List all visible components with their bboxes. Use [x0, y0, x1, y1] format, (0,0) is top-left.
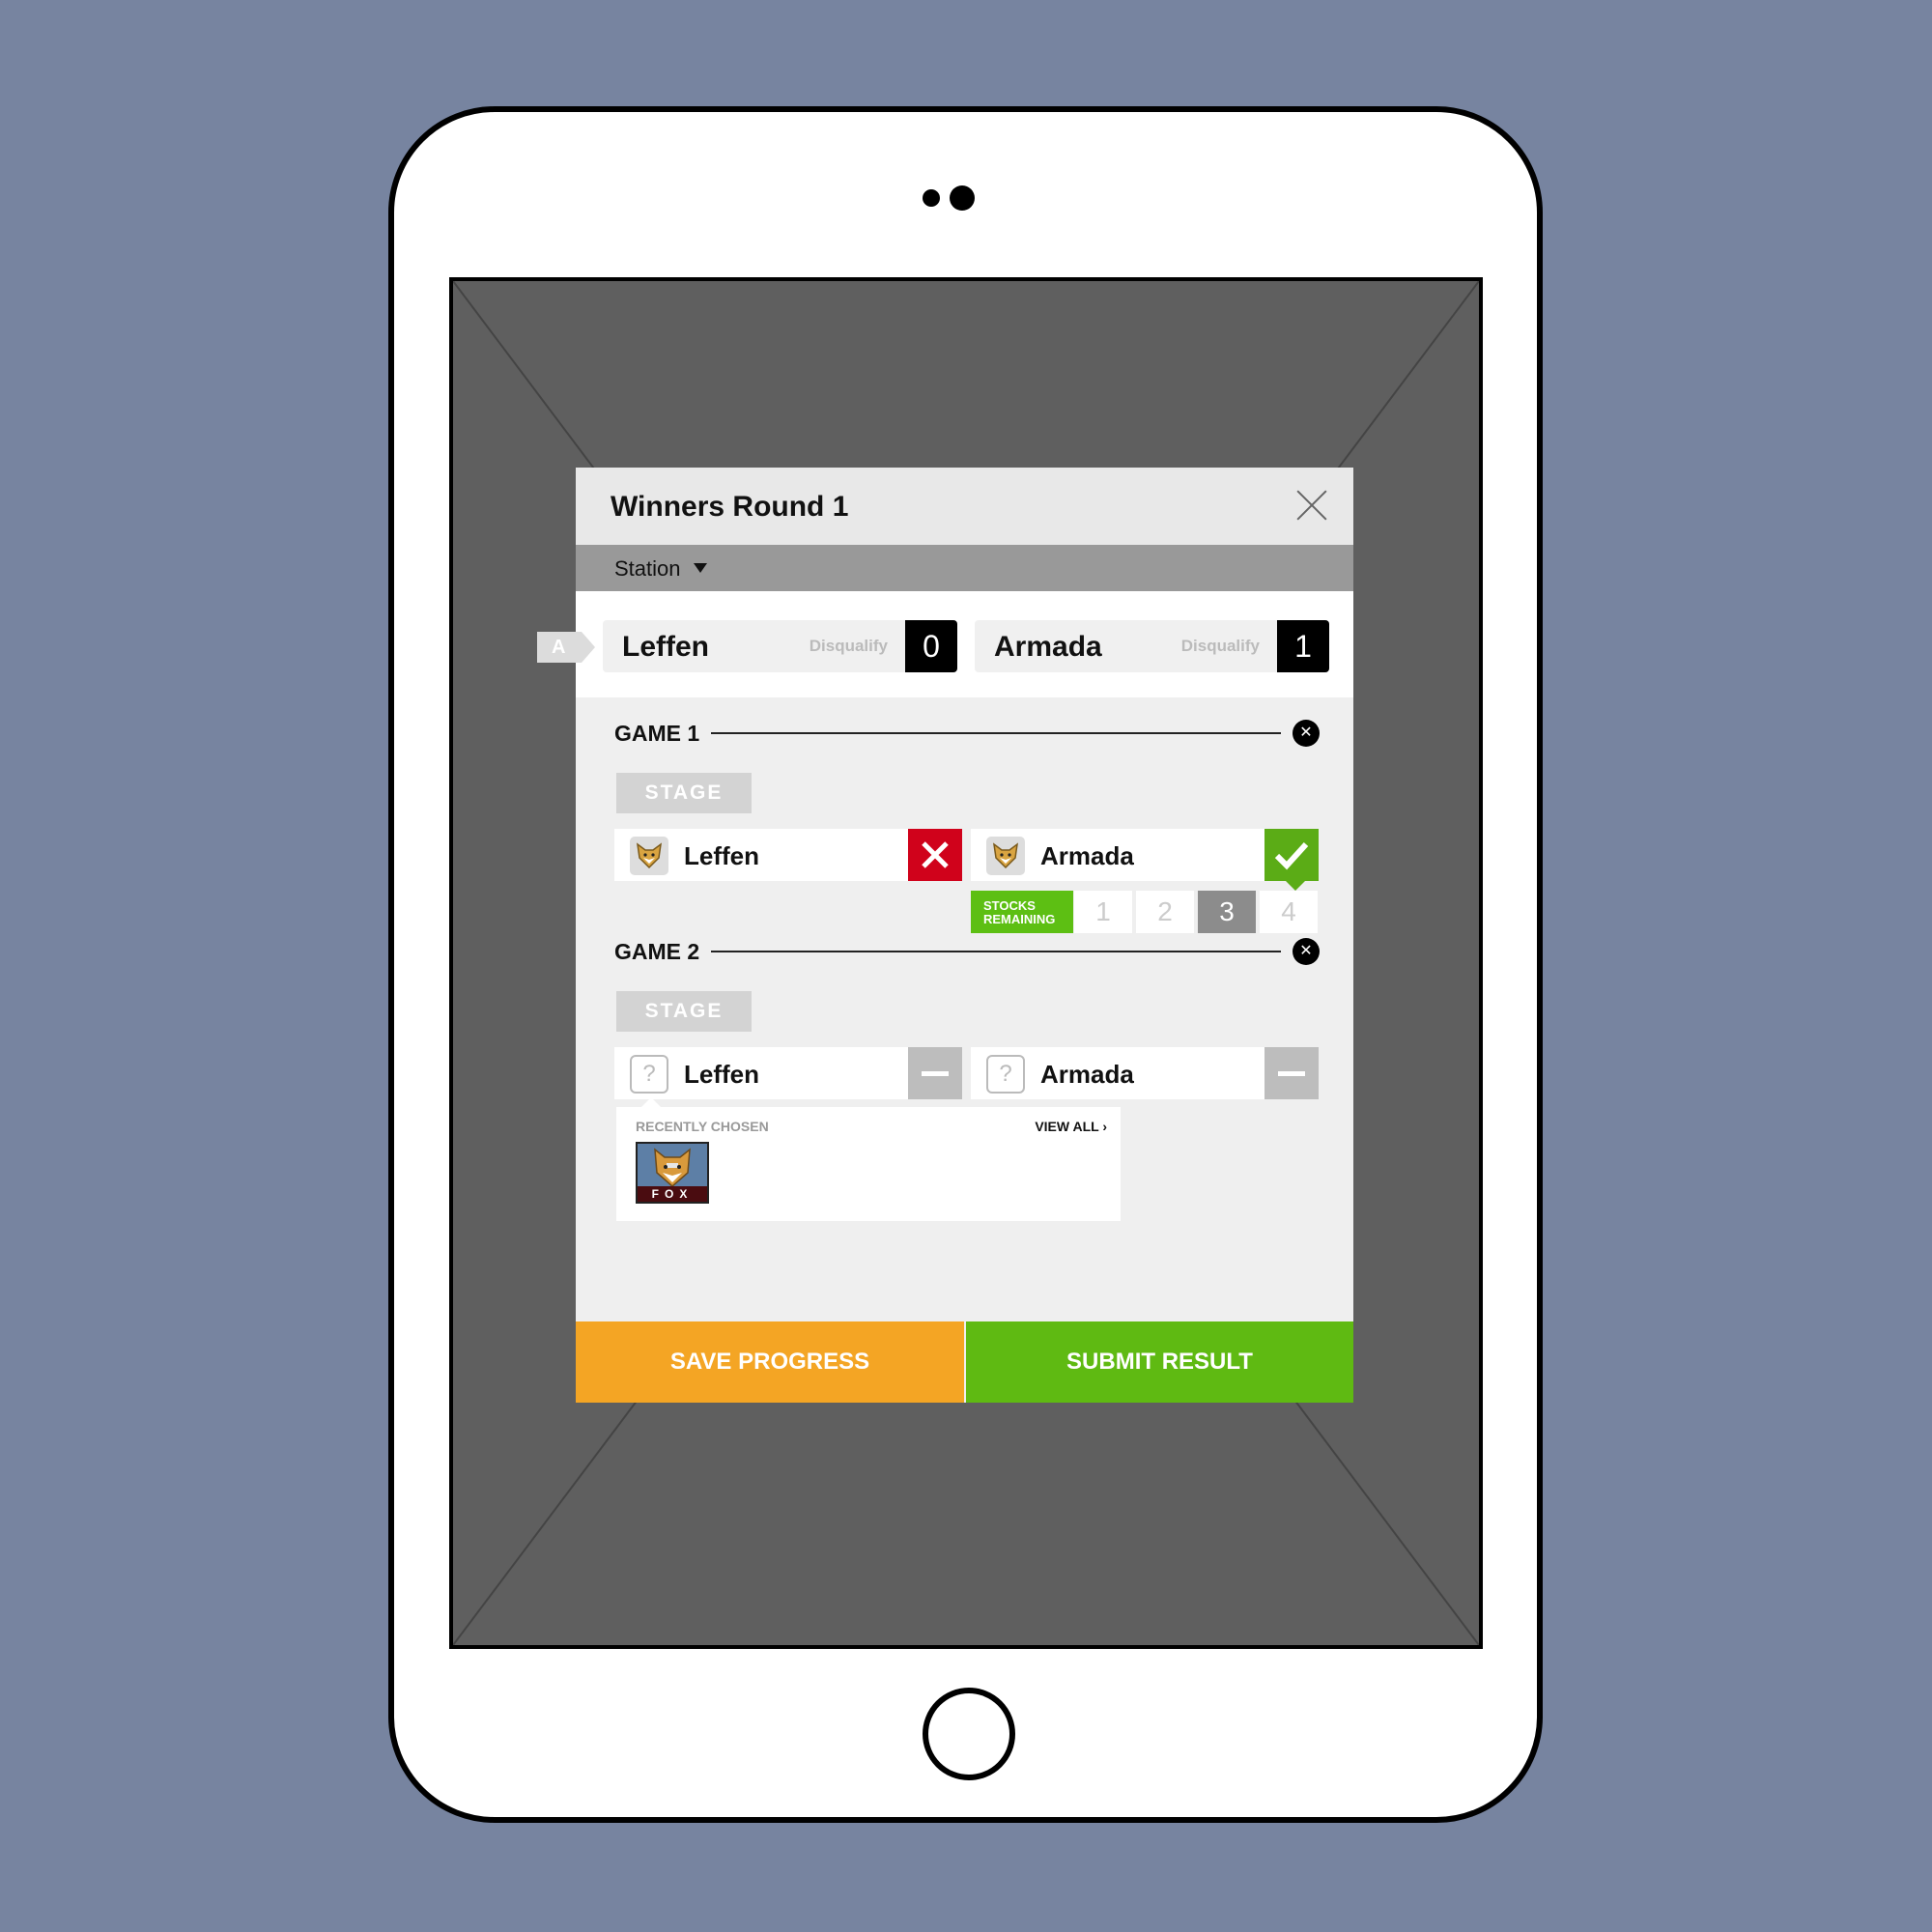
player-score: 1	[1277, 620, 1329, 672]
divider	[711, 951, 1281, 952]
player-name: Leffen	[622, 631, 709, 663]
question-icon[interactable]: ?	[986, 1055, 1025, 1094]
slot-player-name: Leffen	[684, 841, 759, 870]
fox-character-thumbnail[interactable]: FOX	[636, 1142, 709, 1204]
game-2-slot-armada[interactable]: ? Armada	[971, 1047, 1319, 1099]
game-1-slot-armada[interactable]: Armada	[971, 829, 1319, 891]
close-icon[interactable]	[1295, 489, 1328, 522]
game-title: GAME 2	[614, 939, 700, 964]
stocks-remaining: STOCKS REMAINING 1 2 3 4	[971, 891, 1319, 933]
caret-down-icon	[694, 563, 707, 573]
stage-select-button[interactable]: STAGE	[616, 991, 752, 1032]
view-all-link[interactable]: VIEW ALL ›	[1035, 1119, 1107, 1134]
station-dropdown[interactable]: Station	[576, 545, 1353, 591]
result-toggle-icon[interactable]	[908, 1047, 962, 1099]
remove-game-icon[interactable]: ✕	[1293, 938, 1320, 965]
fox-icon	[986, 837, 1025, 875]
loss-x-icon[interactable]	[908, 829, 962, 881]
player-card-leffen: Leffen Disqualify 0	[603, 620, 957, 672]
slot-player-name: Armada	[1040, 1060, 1134, 1089]
slot-player-name: Leffen	[684, 1060, 759, 1089]
disqualify-button[interactable]: Disqualify	[1181, 637, 1260, 656]
recently-chosen-label: RECENTLY CHOSEN	[636, 1119, 769, 1134]
modal-header: Winners Round 1	[576, 468, 1353, 545]
fox-portrait-icon	[638, 1144, 707, 1188]
stock-option-1[interactable]: 1	[1074, 891, 1132, 933]
match-report-modal: Winners Round 1 Station A Leffen Disqual…	[537, 468, 1353, 1403]
recently-chosen-popover: RECENTLY CHOSEN VIEW ALL › FOX	[616, 1097, 1121, 1221]
camera-lens	[950, 185, 975, 211]
player-card-armada: Armada Disqualify 1	[975, 620, 1329, 672]
players-row: A Leffen Disqualify 0 Armada Disqualify …	[537, 591, 1353, 697]
player-name: Armada	[994, 631, 1102, 663]
game-1-slot-leffen[interactable]: Leffen	[614, 829, 962, 881]
game-2-header: GAME 2 ✕	[614, 931, 1320, 970]
camera-dot	[923, 189, 940, 207]
home-button[interactable]	[923, 1688, 1015, 1780]
submit-result-button[interactable]: SUBMIT RESULT	[966, 1321, 1353, 1403]
modal-title: Winners Round 1	[611, 491, 849, 523]
game-2-slot-leffen[interactable]: ? Leffen	[614, 1047, 962, 1099]
game-title: GAME 1	[614, 721, 700, 746]
slot-player-name: Armada	[1040, 841, 1134, 870]
seed-tag: A	[537, 632, 595, 663]
remove-game-icon[interactable]: ✕	[1293, 720, 1320, 747]
station-label: Station	[614, 556, 681, 581]
game-1-header: GAME 1 ✕	[614, 713, 1320, 752]
question-icon[interactable]: ?	[630, 1055, 668, 1094]
fox-icon	[630, 837, 668, 875]
character-banner: FOX	[638, 1186, 707, 1202]
stock-option-2[interactable]: 2	[1136, 891, 1194, 933]
save-progress-button[interactable]: SAVE PROGRESS	[576, 1321, 964, 1403]
stocks-remaining-label: STOCKS REMAINING	[971, 891, 1073, 933]
result-toggle-icon[interactable]	[1264, 1047, 1319, 1099]
player-score: 0	[905, 620, 957, 672]
stock-option-3[interactable]: 3	[1198, 891, 1256, 933]
divider	[711, 732, 1281, 734]
disqualify-button[interactable]: Disqualify	[810, 637, 888, 656]
stage-select-button[interactable]: STAGE	[616, 773, 752, 813]
stock-option-4[interactable]: 4	[1260, 891, 1318, 933]
win-check-icon[interactable]	[1264, 829, 1319, 891]
